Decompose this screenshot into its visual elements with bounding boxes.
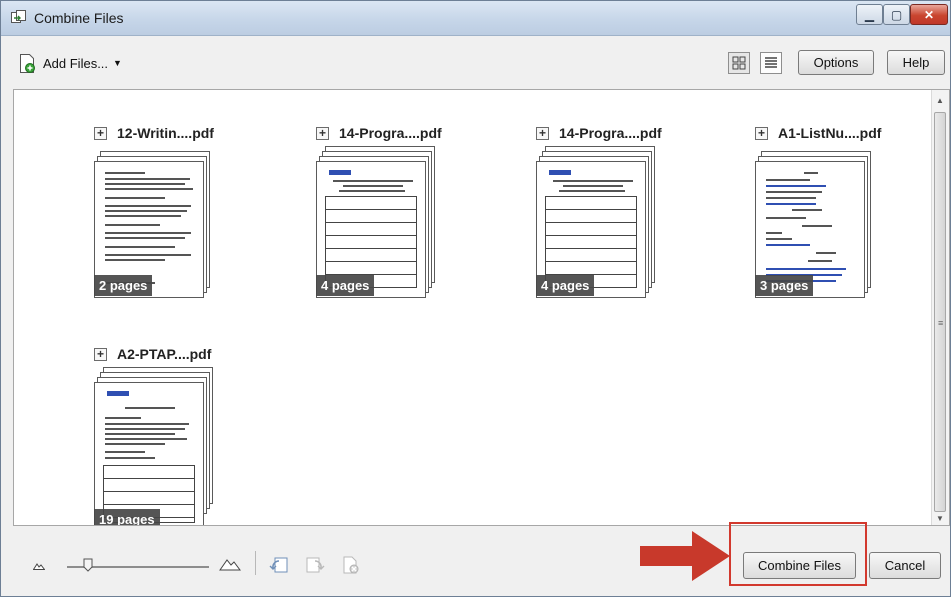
file-header: + 14-Progra....pdf — [536, 125, 662, 141]
vertical-scrollbar[interactable]: ▲ ≡ ▼ — [931, 90, 949, 525]
close-button[interactable]: ✕ — [910, 4, 948, 25]
rotate-right-icon[interactable] — [305, 556, 325, 574]
file-header: + 14-Progra....pdf — [316, 125, 442, 141]
minimize-icon: ▁ — [864, 7, 875, 22]
expand-icon[interactable]: + — [755, 126, 768, 140]
page-stack: 19 pages — [94, 367, 214, 525]
file-name: 14-Progra....pdf — [339, 125, 442, 141]
cancel-button[interactable]: Cancel — [869, 552, 941, 579]
page-count-badge: 4 pages — [316, 275, 375, 296]
help-button[interactable]: Help — [887, 50, 945, 75]
expand-icon[interactable]: + — [316, 126, 329, 140]
combine-files-window: Combine Files ▁ ▢ ✕ Add Files... ▼ Optio… — [0, 0, 951, 597]
file-item[interactable]: + 14-Progra....pdf 4 pages — [536, 125, 706, 335]
dropdown-caret-icon: ▼ — [113, 58, 122, 68]
rotate-left-icon[interactable] — [269, 556, 289, 574]
zoom-out-mountain-icon[interactable] — [33, 562, 45, 570]
file-item[interactable]: + 14-Progra....pdf 4 pages — [316, 125, 486, 335]
title-bar: Combine Files ▁ ▢ ✕ — [1, 1, 950, 36]
scrollbar-thumb[interactable]: ≡ — [934, 112, 946, 512]
combine-button-highlight — [729, 522, 867, 586]
page-count-badge: 2 pages — [94, 275, 153, 296]
page-count-badge: 4 pages — [536, 275, 595, 296]
toolbar: Add Files... ▼ Options Help — [1, 36, 950, 88]
scroll-up-arrow-icon[interactable]: ▲ — [936, 96, 944, 105]
file-header: + A1-ListNu....pdf — [755, 125, 881, 141]
file-item[interactable]: + A1-ListNu....pdf 3 pages — [755, 125, 925, 335]
thumbnail-view-button[interactable] — [728, 52, 750, 74]
page-thumbnail — [94, 382, 204, 525]
scroll-grip-icon: ≡ — [938, 318, 944, 328]
expand-icon[interactable]: + — [94, 126, 107, 140]
remove-page-icon[interactable] — [341, 556, 361, 574]
list-view-button[interactable] — [760, 52, 782, 74]
add-files-button[interactable]: Add Files... ▼ — [19, 52, 122, 74]
red-arrow-icon — [640, 531, 730, 581]
page-count-badge: 19 pages — [94, 509, 160, 525]
page-count-badge: 3 pages — [755, 275, 814, 296]
list-view-icon — [765, 57, 777, 68]
minimize-button[interactable]: ▁ — [856, 4, 883, 25]
maximize-icon: ▢ — [890, 7, 903, 22]
grid-view-icon — [732, 56, 746, 70]
file-name: A2-PTAP....pdf — [117, 346, 212, 362]
expand-icon[interactable]: + — [94, 347, 107, 361]
scroll-down-arrow-icon[interactable]: ▼ — [936, 514, 944, 523]
page-stack: 3 pages — [755, 151, 875, 298]
page-stack: 4 pages — [536, 146, 656, 298]
toolbar-separator — [255, 551, 256, 575]
file-name: 14-Progra....pdf — [559, 125, 662, 141]
file-header: + 12-Writin....pdf — [94, 125, 214, 141]
page-stack: 2 pages — [94, 151, 214, 298]
close-icon: ✕ — [923, 7, 935, 22]
maximize-button[interactable]: ▢ — [883, 4, 910, 25]
file-thumbnail-area: + 12-Writin....pdf 2 pages + 14-Progra..… — [13, 89, 950, 526]
expand-icon[interactable]: + — [536, 126, 549, 140]
add-file-icon — [20, 53, 35, 73]
page-stack: 4 pages — [316, 146, 436, 298]
zoom-in-mountain-icon[interactable] — [219, 557, 241, 571]
options-button[interactable]: Options — [798, 50, 874, 75]
file-item[interactable]: + A2-PTAP....pdf 19 pages — [94, 346, 264, 525]
file-name: A1-ListNu....pdf — [778, 125, 882, 141]
combine-files-app-icon — [11, 10, 26, 23]
file-item[interactable]: + 12-Writin....pdf 2 pages — [94, 125, 264, 335]
zoom-slider-thumb[interactable] — [83, 558, 93, 572]
file-name: 12-Writin....pdf — [117, 125, 214, 141]
file-header: + A2-PTAP....pdf — [94, 346, 211, 362]
window-title: Combine Files — [34, 10, 124, 26]
add-files-label: Add Files... — [43, 55, 109, 71]
